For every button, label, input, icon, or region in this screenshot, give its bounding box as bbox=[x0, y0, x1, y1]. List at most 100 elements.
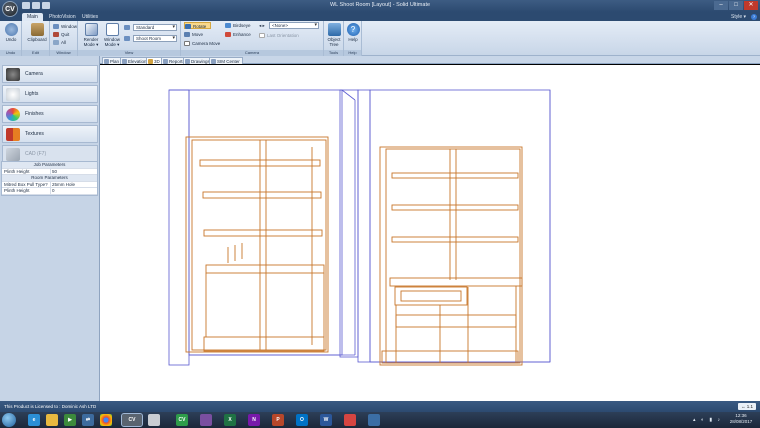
tab-plan[interactable]: Plan bbox=[102, 57, 123, 64]
sidebar-item-textures[interactable]: Textures bbox=[2, 125, 98, 143]
last-orientation-label: Last Orientation bbox=[267, 33, 299, 38]
ribbon-group-edit: Clipboard Edit bbox=[22, 21, 50, 56]
last-orientation-checkbox[interactable] bbox=[259, 33, 265, 38]
tab-utilities[interactable]: Utilities bbox=[77, 13, 103, 21]
camera-nav-arrows[interactable]: ◂ ▸ bbox=[259, 22, 265, 29]
sidebar-item-lights[interactable]: Lights bbox=[2, 85, 98, 103]
right-cabinet-wireframe bbox=[379, 146, 523, 366]
3d-viewport[interactable] bbox=[100, 65, 760, 401]
ribbon-group-help: ? Help Help bbox=[344, 21, 362, 56]
clock[interactable]: 12:36 28/08/2017 bbox=[726, 413, 756, 425]
all-button[interactable]: All bbox=[53, 39, 66, 46]
taskbar: e ▶ ⇄ CV CV X N P O W ▴ ◐ ▮ ♪ 12:36 28/0… bbox=[0, 412, 760, 428]
powerpoint-icon[interactable]: P bbox=[272, 414, 284, 426]
quit-icon bbox=[53, 32, 59, 37]
outlook-icon[interactable]: O bbox=[296, 414, 308, 426]
close-button[interactable]: ✕ bbox=[744, 1, 758, 10]
property-value[interactable]: 25mm Hole bbox=[50, 181, 75, 188]
cv-green-icon[interactable]: CV bbox=[176, 414, 188, 426]
view-standard-combo[interactable]: Standard bbox=[133, 24, 177, 31]
sidebar-item-finishes[interactable]: Finishes bbox=[2, 105, 98, 123]
left-wall-wireframe bbox=[168, 89, 359, 366]
tab-sim-center[interactable]: SIM Center bbox=[209, 57, 243, 64]
property-key: Plinth Height bbox=[4, 188, 30, 193]
window-title: WL Shoot Room [Layout] - Solid Ultimate bbox=[329, 2, 431, 8]
rotate-button[interactable]: Rotate bbox=[184, 22, 211, 29]
ie-icon[interactable]: e bbox=[28, 414, 40, 426]
tab-main[interactable]: Main bbox=[22, 13, 43, 21]
tab-elevation-label: Elevation bbox=[128, 59, 147, 64]
help-button[interactable]: ? Help bbox=[344, 23, 362, 42]
maximize-button[interactable]: □ bbox=[729, 1, 743, 10]
ribbon-group-camera: Rotate Move Camera Move Birdseye Enhance… bbox=[181, 21, 324, 56]
teamviewer-icon[interactable]: ⇄ bbox=[82, 414, 94, 426]
clipboard-icon bbox=[30, 23, 44, 36]
color-wheel-icon bbox=[6, 108, 20, 121]
minimize-button[interactable]: – bbox=[714, 1, 728, 10]
object-tree-button[interactable]: Object Tree bbox=[325, 23, 343, 47]
camera-move-button[interactable]: Camera Move bbox=[184, 40, 220, 47]
cad-icon bbox=[6, 148, 20, 161]
onenote-icon[interactable]: N bbox=[248, 414, 260, 426]
window-mode-icon bbox=[105, 23, 119, 36]
system-tray-icons[interactable]: ▴ ◐ ▮ ♪ bbox=[693, 417, 722, 423]
property-value[interactable]: 50 bbox=[50, 168, 57, 175]
app-red-icon[interactable] bbox=[344, 414, 356, 426]
quit-label: Quit bbox=[61, 32, 70, 37]
property-row[interactable]: Plinth Height 0 bbox=[2, 188, 97, 195]
chrome-icon[interactable] bbox=[100, 414, 112, 426]
help-label: Help bbox=[348, 37, 358, 42]
birdseye-label: Birdseye bbox=[233, 23, 251, 28]
room-combo[interactable]: Shoot Room bbox=[133, 35, 177, 42]
clock-date: 28/08/2017 bbox=[729, 419, 753, 424]
camera-combo[interactable]: <None> bbox=[269, 22, 319, 29]
sidebar-item-camera[interactable]: Camera bbox=[2, 65, 98, 83]
zoom-level[interactable]: ↔ 1.1 bbox=[737, 403, 756, 410]
word-icon[interactable]: W bbox=[320, 414, 332, 426]
undo-button[interactable]: Undo bbox=[2, 23, 20, 42]
tab-3d-label: 3D bbox=[154, 59, 160, 64]
sidebar-item-camera-label: Camera bbox=[25, 71, 43, 77]
ribbon-tab-bar: Main PhotoVision Utilities Style ▾ ? bbox=[0, 12, 760, 21]
help-icon[interactable]: ? bbox=[751, 14, 757, 20]
document-tabs: Plan Elevation 3D Reports Drawings SIM C… bbox=[100, 56, 760, 64]
tab-photovision[interactable]: PhotoVision bbox=[44, 13, 81, 21]
title-bar: WL Shoot Room [Layout] - Solid Ultimate … bbox=[0, 0, 760, 12]
elevation-icon bbox=[122, 59, 127, 64]
ribbon-group-undo: Undo Undo bbox=[0, 21, 22, 56]
window-mode-button[interactable]: Window Mode ▾ bbox=[102, 23, 122, 47]
wireframe-drawing[interactable] bbox=[100, 65, 760, 401]
sim-center-icon bbox=[211, 59, 216, 64]
excel-icon[interactable]: X bbox=[224, 414, 236, 426]
last-orientation-button[interactable]: Last Orientation bbox=[259, 32, 299, 39]
clipboard-button[interactable]: Clipboard bbox=[27, 23, 47, 42]
app-purple-icon[interactable] bbox=[200, 414, 212, 426]
windows-start-button[interactable] bbox=[2, 413, 16, 427]
property-value[interactable]: 0 bbox=[50, 188, 55, 194]
render-mode-button[interactable]: Render Mode ▾ bbox=[81, 23, 101, 47]
tab-drawings-label: Drawings bbox=[191, 59, 210, 64]
network-app-icon[interactable] bbox=[368, 414, 380, 426]
move-button[interactable]: Move bbox=[184, 31, 203, 38]
solid-cv-icon[interactable]: CV bbox=[121, 413, 143, 427]
window-icon bbox=[53, 24, 59, 29]
media-icon[interactable]: ▶ bbox=[64, 414, 76, 426]
view-standard-icon-wrap bbox=[124, 24, 131, 31]
camera-icon bbox=[6, 68, 20, 81]
style-menu[interactable]: Style ▾ bbox=[731, 14, 746, 20]
window-controls: – □ ✕ bbox=[714, 1, 758, 10]
window-button[interactable]: Window bbox=[53, 23, 77, 30]
properties-panel: Job Parameters Plinth Height 50 Room Para… bbox=[1, 161, 98, 196]
quit-button[interactable]: Quit bbox=[53, 31, 69, 38]
app-logo[interactable]: CV bbox=[2, 1, 18, 17]
sidebar-item-cad-label: CAD (F7) bbox=[25, 151, 47, 157]
app-icon[interactable] bbox=[148, 414, 160, 426]
camera-move-checkbox[interactable] bbox=[184, 41, 190, 46]
move-icon bbox=[184, 32, 190, 37]
tab-sim-center-label: SIM Center bbox=[217, 59, 240, 64]
folder-icon[interactable] bbox=[46, 414, 58, 426]
camera-move-label: Camera Move bbox=[192, 41, 221, 46]
birdseye-button[interactable]: Birdseye bbox=[225, 22, 251, 29]
status-bar: This Product is Licensed to : Dominic As… bbox=[0, 401, 760, 412]
enhance-button[interactable]: Enhance bbox=[225, 31, 251, 38]
